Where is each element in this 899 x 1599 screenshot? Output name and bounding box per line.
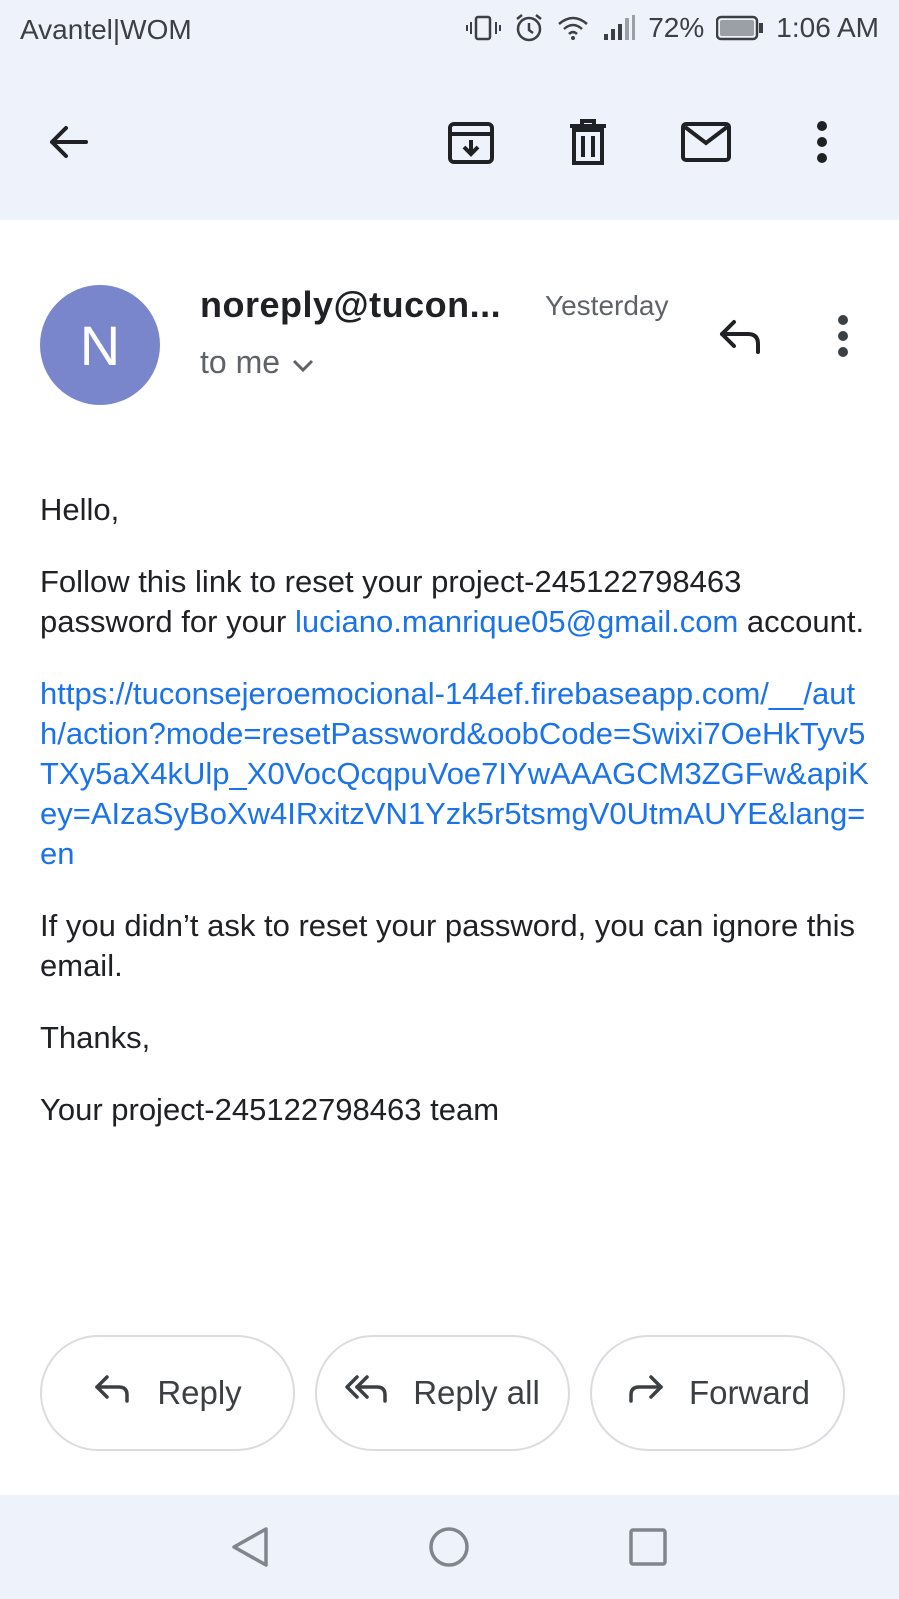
reply-all-button[interactable]: Reply all <box>315 1335 570 1451</box>
sender-name[interactable]: noreply@tucon... <box>200 284 501 326</box>
archive-icon[interactable] <box>441 112 501 172</box>
forward-label: Forward <box>688 1374 811 1411</box>
reply-all-label: Reply all <box>413 1374 540 1411</box>
status-bar: Avantel|WOM 72% 1:06 AM <box>0 0 899 62</box>
clock-time: 1:06 AM <box>776 12 879 43</box>
reply-all-icon <box>345 1373 389 1413</box>
delete-icon[interactable] <box>558 112 618 172</box>
system-nav-bar <box>0 1495 899 1599</box>
reset-link-paragraph: https://tuconsejeroemocional-144ef.fireb… <box>40 674 870 874</box>
thanks-line: Thanks, <box>40 1020 151 1055</box>
greeting: Hello, <box>40 492 120 527</box>
alarm-icon <box>514 13 544 43</box>
message-actions: Reply Reply all Forward <box>40 1335 860 1455</box>
email-link[interactable]: luciano.manrique05@gmail.com <box>295 604 738 639</box>
reset-instructions: Follow this link to reset your project-2… <box>40 562 870 642</box>
signature: Your project-245122798463 team <box>40 1092 500 1127</box>
reply-icon <box>93 1373 133 1413</box>
instructions-end: account. <box>738 604 865 639</box>
ignore-note: If you didn’t ask to reset your password… <box>40 908 856 983</box>
app-bar <box>0 62 899 220</box>
reply-button[interactable]: Reply <box>40 1335 295 1451</box>
recipient-toggle[interactable]: to me <box>200 344 314 381</box>
reset-link[interactable]: https://tuconsejeroemocional-144ef.fireb… <box>40 674 870 874</box>
message-more-icon[interactable] <box>815 308 871 364</box>
back-arrow-icon[interactable] <box>38 112 98 172</box>
vibrate-icon <box>466 14 502 42</box>
wifi-icon <box>556 14 590 42</box>
forward-button[interactable]: Forward <box>590 1335 845 1451</box>
nav-back-icon[interactable] <box>222 1519 278 1575</box>
nav-home-icon[interactable] <box>421 1519 477 1575</box>
battery-percent: 72% <box>648 12 705 43</box>
mark-unread-icon[interactable] <box>676 112 736 172</box>
avatar[interactable]: N <box>40 285 160 405</box>
nav-recents-icon[interactable] <box>620 1519 676 1575</box>
chevron-down-icon <box>292 344 314 381</box>
message-header: N noreply@tucon... Yesterday to me <box>0 220 899 410</box>
message-body: Hello, Follow this link to reset your pr… <box>40 490 870 1162</box>
forward-icon <box>625 1373 665 1413</box>
message-date: Yesterday <box>545 290 669 321</box>
reply-label: Reply <box>157 1374 242 1411</box>
battery-icon <box>716 15 764 41</box>
carrier-name: Avantel|WOM <box>20 14 192 45</box>
status-icons: 72% 1:06 AM <box>466 12 879 44</box>
recipient-label: to me <box>200 344 281 380</box>
signal-icon <box>602 14 636 42</box>
more-vert-icon[interactable] <box>792 112 852 172</box>
reply-icon[interactable] <box>712 308 768 364</box>
